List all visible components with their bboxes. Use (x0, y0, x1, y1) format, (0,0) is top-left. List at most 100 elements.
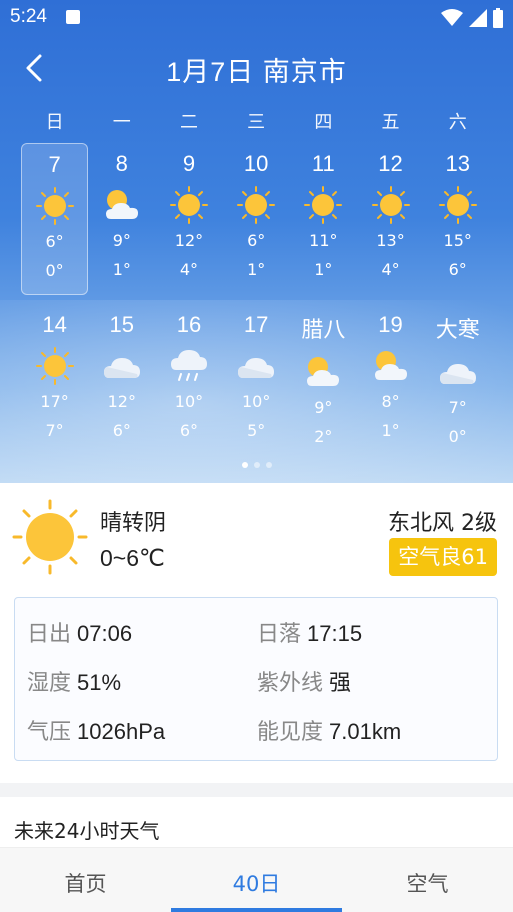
page-dot (265, 462, 272, 468)
calendar-day[interactable]: 腊八 9° 2° (290, 304, 357, 456)
low-temp: 4° (179, 260, 199, 279)
sunny-icon (169, 186, 208, 224)
weekday-header: 日 一 二 三 四 五 六 (21, 108, 491, 134)
low-temp: 7° (45, 421, 64, 440)
uv-info: 紫外线强 (257, 665, 351, 697)
humidity-info: 湿度 51% (27, 665, 121, 697)
high-temp: 9° (314, 398, 333, 417)
sunny-icon (35, 347, 74, 385)
calendar-day[interactable]: 19 8° 1° (357, 304, 424, 456)
calendar-day[interactable]: 11 11° 1° (290, 143, 357, 295)
weekday-label: 三 (247, 112, 266, 133)
weekday-label: 一 (112, 112, 131, 133)
cloudy-icon (439, 364, 476, 384)
humidity-value: 51% (77, 670, 122, 695)
high-temp: 12° (174, 231, 204, 250)
air-quality-badge[interactable]: 空气良61 (389, 538, 497, 576)
humidity-label: 湿度 (27, 671, 72, 696)
sunny-icon (35, 187, 74, 225)
tab-air[interactable]: 空气 (342, 848, 513, 912)
calendar-day[interactable]: 9 12° 4° (155, 143, 222, 295)
calendar-day[interactable]: 10 6° 1° (223, 143, 290, 295)
visibility-value: 7.01km (329, 719, 402, 744)
calendar-day[interactable]: 7 6° 0° (21, 143, 89, 295)
section-title: 未来24小时天气 (14, 819, 160, 843)
high-temp: 11° (309, 231, 338, 250)
sunrise-info: 日出 07:06 (27, 616, 132, 648)
day-label: 大寒 (435, 317, 480, 342)
notification-icon (66, 10, 80, 24)
page-dot (253, 462, 260, 468)
sunrise-label: 日出 (27, 622, 72, 647)
visibility-info: 能见度 7.01km (257, 714, 401, 746)
high-temp: 10° (241, 392, 271, 411)
sunrise-value: 07:06 (77, 621, 133, 646)
calendar-day[interactable]: 12 13° 4° (357, 143, 424, 295)
battery-icon (493, 8, 503, 28)
sunny-icon (438, 186, 477, 224)
high-temp: 15° (443, 231, 472, 250)
calendar-day[interactable]: 8 9° 1° (88, 143, 155, 295)
cell-signal-icon (469, 9, 487, 27)
high-temp: 17° (40, 392, 69, 411)
low-temp: 6° (179, 421, 199, 440)
high-temp: 6° (45, 232, 64, 251)
day-label: 11 (311, 151, 335, 176)
calendar-day[interactable]: 16 10° 6° (155, 304, 222, 456)
visibility-label: 能见度 (257, 720, 324, 745)
page-dot (241, 462, 248, 468)
partly-cloudy-icon (105, 190, 138, 219)
pressure-value: 1026hPa (77, 719, 166, 744)
page-title: 1月7日 南京市 (166, 57, 347, 87)
pressure-info: 气压 1026hPa (27, 714, 165, 746)
calendar-day[interactable]: 15 12° 6° (88, 304, 155, 456)
low-temp: 1° (112, 260, 131, 279)
calendar-day[interactable]: 17 10° 5° (223, 304, 290, 456)
page-indicator (0, 462, 513, 468)
wifi-icon (441, 9, 463, 26)
day-label: 14 (42, 312, 67, 337)
weather-details-panel: 日出 07:06 日落 17:15 湿度 51% 紫外线强 气压 1026hPa 能见度… (14, 597, 498, 761)
uv-value: 强 (329, 670, 352, 695)
day-label: 13 (445, 151, 470, 176)
calendar-day[interactable]: 大寒 7° 0° (424, 304, 491, 456)
sunset-label: 日落 (257, 622, 302, 647)
day-label: 15 (109, 312, 135, 337)
temperature-range: 0~6℃ (100, 545, 165, 571)
today-summary-card: 晴转阴 0~6℃ 东北风 2级 空气良61 日出 07:06 日落 17:15 湿度… (0, 483, 513, 783)
cloudy-icon (103, 358, 140, 378)
low-temp: 6° (112, 421, 131, 440)
high-temp: 6° (247, 231, 266, 250)
weekday-label: 日 (45, 112, 64, 133)
sunset-value: 17:15 (307, 621, 363, 646)
low-temp: 0° (448, 427, 467, 446)
low-temp: 1° (314, 260, 333, 279)
calendar-day[interactable]: 14 17° 7° (21, 304, 88, 456)
sunny-icon (304, 186, 343, 224)
low-temp: 2° (314, 427, 333, 446)
wind-info: 东北风 2级 (388, 511, 497, 536)
sunset-info: 日落 17:15 (257, 616, 362, 648)
day-label: 16 (176, 312, 202, 337)
low-temp: 6° (448, 260, 467, 279)
day-label: 8 (115, 151, 128, 176)
status-time: 5:24 (10, 6, 47, 27)
tab-40-day[interactable]: 40日 (171, 848, 342, 912)
calendar-day[interactable]: 13 15° 6° (424, 143, 491, 295)
day-label: 17 (243, 312, 269, 337)
day-label: 9 (182, 151, 196, 176)
low-temp: 0° (45, 261, 64, 280)
cloudy-icon (238, 358, 275, 378)
low-temp: 5° (247, 421, 266, 440)
high-temp: 9° (112, 231, 131, 250)
low-temp: 1° (381, 421, 400, 440)
pressure-label: 气压 (27, 720, 72, 745)
low-temp: 4° (381, 260, 400, 279)
weather-hero: 5:24 1月7日 南京市 日 一 二 三 四 五 六 7 6° 0° 8 9° 1° 9 1… (0, 0, 513, 483)
tab-home[interactable]: 首页 (0, 848, 171, 912)
rain-icon (170, 350, 207, 381)
sunny-icon (371, 186, 410, 224)
uv-label: 紫外线 (257, 671, 324, 696)
header: 1月7日 南京市 (0, 42, 513, 92)
sunny-icon (237, 186, 276, 224)
